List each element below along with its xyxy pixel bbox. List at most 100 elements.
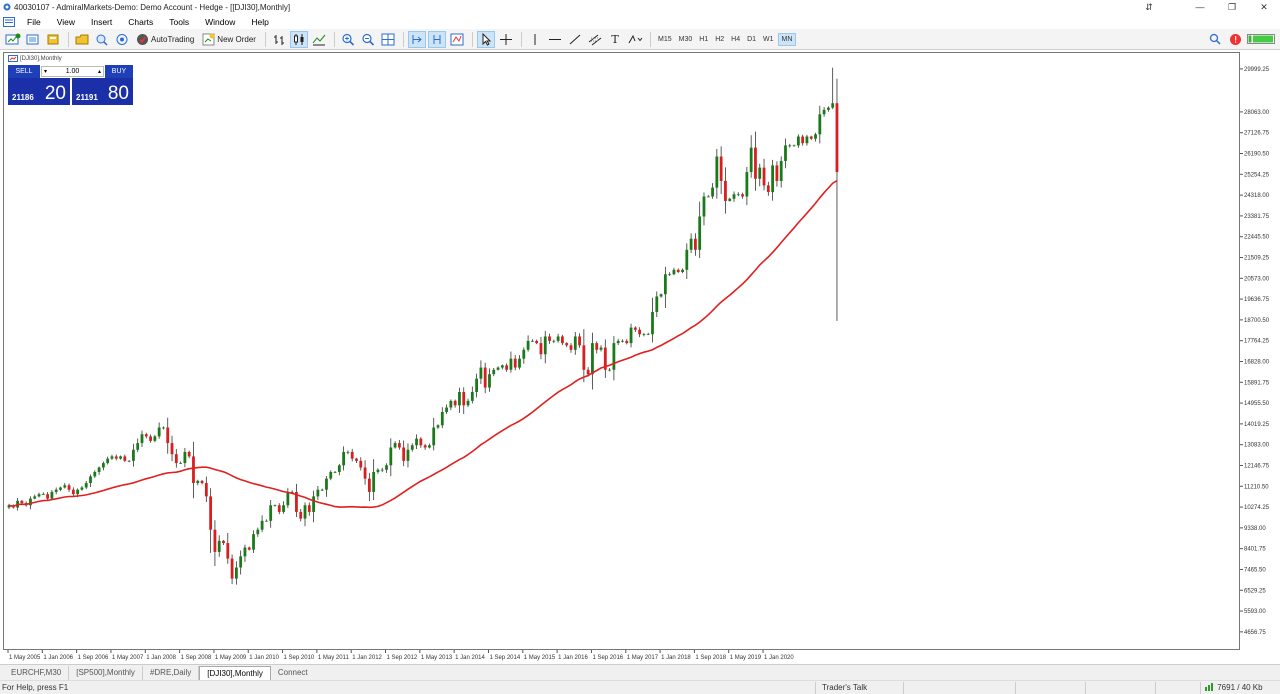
indicators-button[interactable] — [448, 31, 466, 48]
candle-body — [453, 400, 457, 406]
menu-view[interactable]: View — [49, 17, 83, 27]
candle-body — [719, 156, 723, 181]
menu-charts[interactable]: Charts — [120, 17, 161, 27]
timeframe-h4[interactable]: H4 — [728, 33, 743, 46]
line-chart-button[interactable] — [310, 31, 328, 48]
new-order-button[interactable]: New Order — [199, 31, 259, 48]
channel-button[interactable] — [586, 31, 604, 48]
lot-size-stepper[interactable]: ▾ 1.00 ▴ — [41, 66, 104, 77]
price-tick-label: 16828.00 — [1244, 359, 1270, 365]
menu-help[interactable]: Help — [243, 17, 276, 27]
timeframe-d1[interactable]: D1 — [744, 33, 759, 46]
price-tick-label: 5593.00 — [1244, 609, 1266, 615]
timeframe-h1[interactable]: H1 — [696, 33, 711, 46]
trendline-button[interactable] — [566, 31, 584, 48]
timeframe-mn[interactable]: MN — [777, 32, 797, 46]
candle-body — [101, 463, 105, 468]
timeframe-w1[interactable]: W1 — [760, 33, 777, 46]
bid-price[interactable]: 21186 20 — [8, 78, 70, 105]
candle-body — [76, 489, 80, 495]
profiles-button[interactable] — [24, 31, 42, 48]
tab-eurchf-m30[interactable]: EURCHF,M30 — [4, 666, 70, 680]
search-button[interactable] — [1206, 31, 1224, 48]
candle-body — [273, 505, 277, 507]
price-axis[interactable]: 29999.25 28063.00 27126.75 26190.50 25254.25… — [1240, 52, 1280, 650]
candle-body — [732, 194, 736, 199]
time-tick-label: 1 Sep 2018 — [695, 655, 726, 661]
candle-body — [651, 312, 654, 335]
time-tick-label: 1 Jan 2018 — [661, 655, 691, 661]
vertical-line-icon — [534, 33, 536, 45]
candle-body — [805, 136, 809, 144]
candle-body — [260, 520, 264, 530]
price-tick-label: 25254.25 — [1244, 172, 1270, 178]
candle-body — [234, 567, 238, 579]
candle-body — [513, 358, 517, 368]
tab-dre-daily[interactable]: #DRE,Daily — [143, 666, 200, 680]
sell-button[interactable]: SELL — [8, 65, 40, 78]
connection-indicator — [1246, 31, 1276, 48]
restore-small-icon[interactable]: ⇵ — [1136, 0, 1162, 15]
close-button[interactable]: ✕ — [1248, 0, 1280, 15]
chart-shift-button[interactable] — [427, 30, 446, 48]
candle-body — [423, 445, 427, 448]
crosshair-button[interactable] — [497, 31, 515, 48]
tab-sp500-monthly[interactable]: [SP500],Monthly — [69, 666, 143, 680]
buy-button[interactable]: BUY — [105, 65, 133, 78]
candle-body — [204, 483, 208, 497]
lot-decrease-icon[interactable]: ▾ — [44, 68, 47, 75]
tab-connect[interactable]: Connect — [271, 666, 315, 680]
candle-body — [93, 471, 97, 477]
chart-window-icon — [8, 55, 18, 62]
timeframe-h2[interactable]: H2 — [712, 33, 727, 46]
candlestick-chart[interactable] — [4, 53, 1241, 651]
time-tick-label: 1 May 2011 — [318, 655, 350, 661]
text-button[interactable]: T — [606, 31, 624, 48]
candle-body — [132, 449, 135, 461]
menu-file[interactable]: File — [19, 17, 49, 27]
tile-windows-button[interactable] — [379, 31, 397, 48]
candle-body — [711, 187, 714, 197]
candle-body — [127, 460, 131, 462]
autotrading-button[interactable]: AutoTrading — [133, 31, 197, 48]
candle-body — [376, 469, 380, 472]
candle-body — [518, 358, 521, 368]
ask-price[interactable]: 21191 80 — [72, 78, 133, 105]
terminal-button[interactable] — [93, 31, 111, 48]
time-tick-label: 1 Sep 2014 — [489, 655, 520, 661]
zoom-in-button[interactable] — [339, 31, 357, 48]
zoom-out-button[interactable] — [359, 31, 377, 48]
candle-body — [595, 343, 599, 350]
candle-body — [320, 489, 324, 491]
candle-body — [200, 480, 204, 484]
lot-size-value[interactable]: 1.00 — [66, 68, 80, 75]
bar-chart-button[interactable] — [270, 31, 288, 48]
navigator-button[interactable] — [73, 31, 91, 48]
tab-dji30-monthly[interactable]: [DJI30],Monthly — [199, 666, 271, 680]
candle-body — [144, 434, 148, 437]
market-watch-button[interactable] — [44, 31, 62, 48]
menu-window[interactable]: Window — [197, 17, 243, 27]
candle-body — [380, 469, 384, 471]
timeframe-m15[interactable]: M15 — [655, 33, 675, 46]
menu-tools[interactable]: Tools — [161, 17, 197, 27]
lot-increase-icon[interactable]: ▴ — [98, 68, 101, 75]
menu-insert[interactable]: Insert — [83, 17, 120, 27]
horizontal-line-button[interactable] — [546, 31, 564, 48]
minimize-button[interactable]: — — [1184, 0, 1216, 15]
strategy-tester-button[interactable] — [113, 31, 131, 48]
shapes-button[interactable] — [626, 31, 644, 48]
chart-window[interactable]: [DJI30],Monthly SELL ▾ 1.00 ▴ BUY 21186 … — [3, 52, 1240, 650]
candle-body — [217, 540, 221, 552]
new-chart-button[interactable] — [4, 31, 22, 48]
candlestick-button[interactable] — [289, 30, 308, 48]
candle-body — [41, 494, 45, 495]
timeframe-m30[interactable]: M30 — [676, 33, 696, 46]
status-profile[interactable]: Trader's Talk — [822, 683, 867, 692]
time-axis[interactable]: 1 May 2005 1 Jan 2006 1 Sep 2006 1 May 2007… — [3, 650, 1240, 663]
maximize-button[interactable]: ❐ — [1216, 0, 1248, 15]
auto-scroll-button[interactable] — [407, 30, 426, 48]
notifications-button[interactable] — [1226, 31, 1244, 48]
vertical-line-button[interactable] — [526, 31, 544, 48]
cursor-button[interactable] — [476, 30, 495, 48]
